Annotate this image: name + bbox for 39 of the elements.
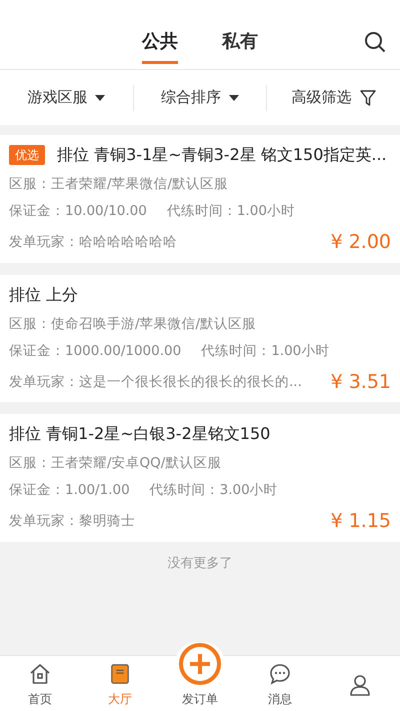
order-region: 区服：王者荣耀/苹果微信/默认区服 bbox=[9, 175, 230, 194]
header-tab[interactable]: 公共 bbox=[142, 29, 178, 64]
dropdown-arrow-icon bbox=[95, 94, 106, 100]
filter-button[interactable]: 高级筛选 bbox=[292, 86, 376, 109]
nav-tab[interactable]: 首页 bbox=[0, 656, 80, 711]
book-icon bbox=[109, 662, 131, 686]
end-of-list-text: 没有更多了 bbox=[168, 554, 232, 572]
order-price: ¥ 1.15 bbox=[330, 509, 391, 534]
order-title: 排位 青铜1-2星~白银3-2星铭文150 bbox=[9, 423, 270, 445]
order-player: 发单玩家：哈哈哈哈哈哈哈 bbox=[9, 233, 177, 252]
nav-tab[interactable]: 发订单 bbox=[160, 642, 240, 711]
order-region: 区服：王者荣耀/安卓QQ/默认区服 bbox=[9, 454, 222, 473]
order-duration: 代练时间：1.00小时 bbox=[201, 342, 330, 360]
order-player: 发单玩家：黎明骑士 bbox=[9, 512, 135, 532]
order-price: ¥ 2.00 bbox=[330, 230, 391, 255]
order-title: 排位 青铜3-1星~青铜3-2星 铭文150指定英... bbox=[57, 144, 387, 166]
order-region: 区服：使命召唤手游/苹果微信/默认区服 bbox=[9, 314, 258, 334]
filter-button[interactable]: 游戏区服 bbox=[27, 86, 106, 109]
order-deposit: 保证金：1000.00/1000.00 bbox=[9, 342, 182, 360]
dropdown-arrow-icon bbox=[229, 94, 239, 100]
order-card[interactable]: 排位 上分 区服：使命召唤手游/苹果微信/默认区服 保证金：1000.00/1000.00 代练时间：1.00小时 发单玩家：这是一个很长很长的很长的很长的... ¥ 3.51 bbox=[0, 274, 400, 402]
order-card[interactable]: 优选 排位 青铜3-1星~青铜3-2星 铭文150指定英... 区服：王者荣耀/苹果微信/默认区服 保证金：10.00/10.00 代练时间：1.00小时 发单玩家：哈哈哈哈哈哈哈 ¥ 2.00 bbox=[0, 135, 400, 262]
featured-badge: 优选 bbox=[9, 145, 45, 165]
filter-icon bbox=[360, 90, 376, 106]
header-tab[interactable]: 私有 bbox=[222, 29, 258, 64]
order-duration: 代练时间：1.00小时 bbox=[166, 202, 295, 221]
order-title: 排位 上分 bbox=[9, 284, 78, 306]
order-card[interactable]: 排位 青铜1-2星~白银3-2星铭文150 区服：王者荣耀/安卓QQ/默认区服 保证金：1.00/1.00 代练时间：3.00小时 发单玩家：黎明骑士 ¥ 1.15 bbox=[0, 414, 400, 542]
order-player: 发单玩家：这是一个很长很长的很长的很长的... bbox=[9, 372, 302, 392]
filter-button[interactable]: 综合排序 bbox=[161, 86, 239, 109]
nav-tab[interactable]: 消息 bbox=[240, 656, 320, 711]
order-deposit: 保证金：10.00/10.00 bbox=[9, 202, 147, 221]
person-icon bbox=[348, 672, 372, 698]
search-icon[interactable] bbox=[364, 31, 386, 53]
chat-bubble-icon bbox=[268, 662, 292, 686]
order-deposit: 保证金：1.00/1.00 bbox=[9, 481, 130, 500]
order-duration: 代练时间：3.00小时 bbox=[150, 481, 278, 500]
order-price: ¥ 3.51 bbox=[330, 370, 391, 394]
home-icon bbox=[28, 662, 52, 686]
